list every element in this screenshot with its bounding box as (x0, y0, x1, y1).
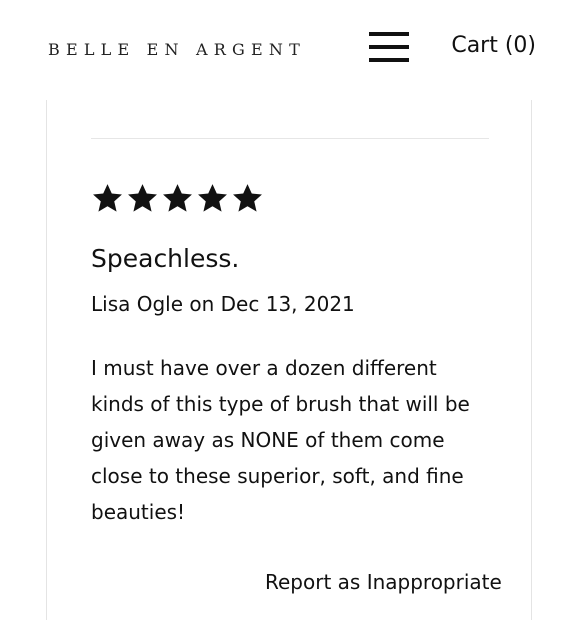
review-divider (91, 138, 489, 139)
hamburger-menu-icon[interactable] (368, 30, 410, 64)
review-author-date: Lisa Ogle on Dec 13, 2021 (91, 292, 355, 316)
brand-logo[interactable]: BELLE EN ARGENT (48, 40, 306, 59)
star-icon (233, 184, 262, 212)
report-link[interactable]: Report as Inappropriate (265, 570, 502, 594)
star-icon (128, 184, 157, 212)
star-icon (163, 184, 192, 212)
review-title: Speachless. (91, 244, 240, 273)
review-card: Speachless. Lisa Ogle on Dec 13, 2021 I … (46, 100, 532, 620)
cart-link[interactable]: Cart (0) (451, 33, 536, 58)
site-header: BELLE EN ARGENT Cart (0) (0, 0, 580, 96)
star-rating (91, 182, 264, 215)
review-body: I must have over a dozen different kinds… (91, 356, 470, 524)
star-icon (198, 184, 227, 212)
star-icon (93, 184, 122, 212)
